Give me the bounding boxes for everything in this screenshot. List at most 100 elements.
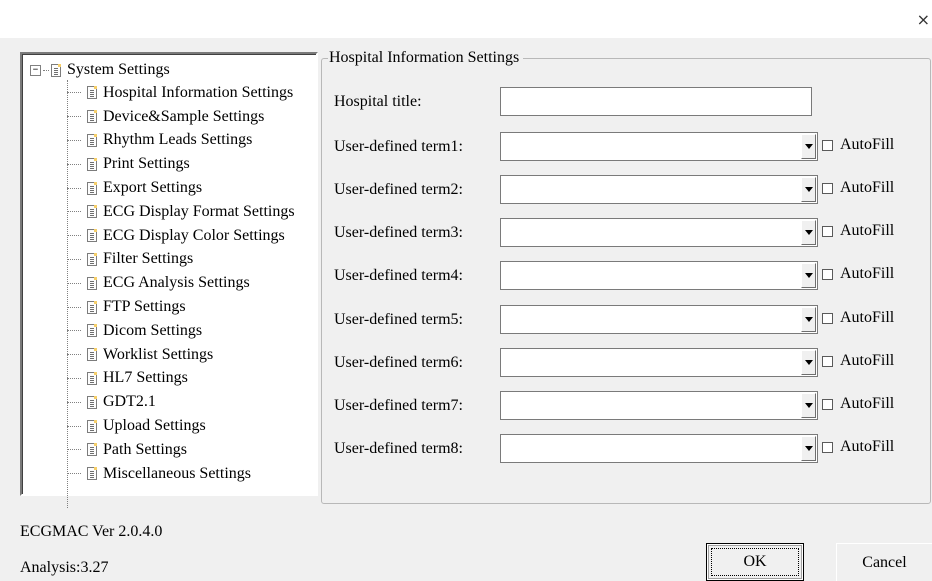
user-term-combobox[interactable] xyxy=(500,175,818,204)
dropdown-arrow-button[interactable] xyxy=(801,393,816,418)
tree-item[interactable]: Export Settings xyxy=(67,176,295,200)
tree-connector xyxy=(67,449,81,451)
autofill-checkbox[interactable]: AutoFill xyxy=(822,179,894,197)
tree-item-label: ECG Analysis Settings xyxy=(103,274,250,292)
autofill-checkbox[interactable]: AutoFill xyxy=(822,309,894,327)
tree-item-label: Path Settings xyxy=(103,440,188,458)
user-term-combobox[interactable] xyxy=(500,132,818,161)
checkbox-box[interactable] xyxy=(822,139,833,151)
dropdown-arrow-button[interactable] xyxy=(801,220,816,245)
close-icon[interactable]: × xyxy=(917,10,930,29)
tree-root-label: System Settings xyxy=(67,61,170,78)
tree-item[interactable]: GDT2.1 xyxy=(67,390,295,414)
user-term-combobox[interactable] xyxy=(500,261,818,290)
tree-item[interactable]: Upload Settings xyxy=(67,414,295,438)
document-icon xyxy=(87,419,97,433)
user-term-combobox[interactable] xyxy=(500,348,818,377)
user-term-label: User-defined term6: xyxy=(334,354,463,371)
tree-connector xyxy=(43,69,49,71)
tree-connector xyxy=(67,187,81,189)
tree-item[interactable]: Device&Sample Settings xyxy=(67,105,295,129)
user-term-label: User-defined term4: xyxy=(334,267,463,284)
tree-item[interactable]: ECG Display Format Settings xyxy=(67,200,295,224)
tree-item-label: Rhythm Leads Settings xyxy=(103,131,253,149)
tree-item[interactable]: ECG Display Color Settings xyxy=(67,224,295,248)
analysis-version-text: Analysis:3.27 xyxy=(20,559,109,576)
dropdown-arrow-button[interactable] xyxy=(801,436,816,461)
collapse-icon[interactable]: − xyxy=(30,64,41,76)
tree-root-system-settings[interactable]: − System Settings xyxy=(30,60,170,80)
autofill-label: AutoFill xyxy=(840,395,895,412)
hospital-title-input[interactable] xyxy=(500,87,812,116)
autofill-label: AutoFill xyxy=(840,309,895,326)
hospital-title-label: Hospital title: xyxy=(334,93,422,110)
tree-connector xyxy=(67,425,81,427)
tree-connector xyxy=(67,282,81,284)
tree-item[interactable]: Filter Settings xyxy=(67,248,295,272)
document-icon xyxy=(87,229,97,243)
ok-button[interactable]: OK xyxy=(706,543,804,581)
checkbox-box[interactable] xyxy=(822,268,833,280)
tree-item-label: Worklist Settings xyxy=(103,345,214,363)
tree-item[interactable]: Dicom Settings xyxy=(67,319,295,343)
tree-item-label: Dicom Settings xyxy=(103,321,203,339)
document-icon xyxy=(87,133,97,147)
autofill-label: AutoFill xyxy=(840,179,895,196)
autofill-checkbox[interactable]: AutoFill xyxy=(822,222,894,240)
user-term-label: User-defined term1: xyxy=(334,138,463,155)
dropdown-arrow-button[interactable] xyxy=(801,263,816,288)
dropdown-arrow-button[interactable] xyxy=(801,177,816,202)
checkbox-box[interactable] xyxy=(822,441,833,453)
tree-connector xyxy=(67,354,81,356)
version-text: ECGMAC Ver 2.0.4.0 xyxy=(20,523,163,540)
groupbox-title: Hospital Information Settings xyxy=(328,47,524,69)
autofill-checkbox[interactable]: AutoFill xyxy=(822,438,894,456)
cancel-button[interactable]: Cancel xyxy=(836,543,932,581)
tree-item[interactable]: FTP Settings xyxy=(67,295,295,319)
user-term-combobox[interactable] xyxy=(500,305,818,334)
autofill-label: AutoFill xyxy=(840,265,895,282)
tree-connector xyxy=(67,473,81,475)
dropdown-arrow-button[interactable] xyxy=(801,134,816,159)
document-icon xyxy=(87,395,97,409)
tree-item-label: Device&Sample Settings xyxy=(103,107,265,125)
checkbox-box[interactable] xyxy=(822,312,833,324)
tree-connector xyxy=(67,377,81,379)
tree-item[interactable]: Worklist Settings xyxy=(67,343,295,367)
tree-item-label: HL7 Settings xyxy=(103,369,188,387)
checkbox-box[interactable] xyxy=(822,182,833,194)
autofill-checkbox[interactable]: AutoFill xyxy=(822,265,894,283)
tree-item[interactable]: Path Settings xyxy=(67,438,295,462)
user-term-combobox[interactable] xyxy=(500,391,818,420)
user-term-combobox[interactable] xyxy=(500,434,818,463)
autofill-checkbox[interactable]: AutoFill xyxy=(822,136,894,154)
tree-item[interactable]: Hospital Information Settings xyxy=(67,81,295,105)
checkbox-box[interactable] xyxy=(822,398,833,410)
tree-item-label: Upload Settings xyxy=(103,417,206,435)
tree-item-label: Export Settings xyxy=(103,179,203,197)
checkbox-box[interactable] xyxy=(822,355,833,367)
title-bar: × xyxy=(0,0,932,38)
tree-item[interactable]: Print Settings xyxy=(67,152,295,176)
chevron-down-icon xyxy=(804,273,813,278)
autofill-checkbox[interactable]: AutoFill xyxy=(822,395,894,413)
tree-connector xyxy=(67,163,81,165)
tree-item[interactable]: Rhythm Leads Settings xyxy=(67,129,295,153)
user-term-combobox[interactable] xyxy=(500,218,818,247)
tree-connector xyxy=(67,211,81,213)
document-icon xyxy=(87,348,97,362)
dropdown-arrow-button[interactable] xyxy=(801,307,816,332)
cancel-button-label: Cancel xyxy=(862,553,907,571)
tree-item[interactable]: ECG Analysis Settings xyxy=(67,271,295,295)
settings-tree[interactable]: − System Settings Hospital Information S… xyxy=(20,52,318,508)
tree-item-label: GDT2.1 xyxy=(103,393,156,411)
tree-item-label: Miscellaneous Settings xyxy=(103,464,251,482)
tree-item-label: Hospital Information Settings xyxy=(103,83,294,101)
autofill-checkbox[interactable]: AutoFill xyxy=(822,352,894,370)
checkbox-box[interactable] xyxy=(822,225,833,237)
user-term-label: User-defined term3: xyxy=(334,224,463,241)
tree-item-label: ECG Display Color Settings xyxy=(103,226,285,244)
tree-item[interactable]: Miscellaneous Settings xyxy=(67,462,295,486)
dropdown-arrow-button[interactable] xyxy=(801,350,816,375)
tree-item[interactable]: HL7 Settings xyxy=(67,367,295,391)
